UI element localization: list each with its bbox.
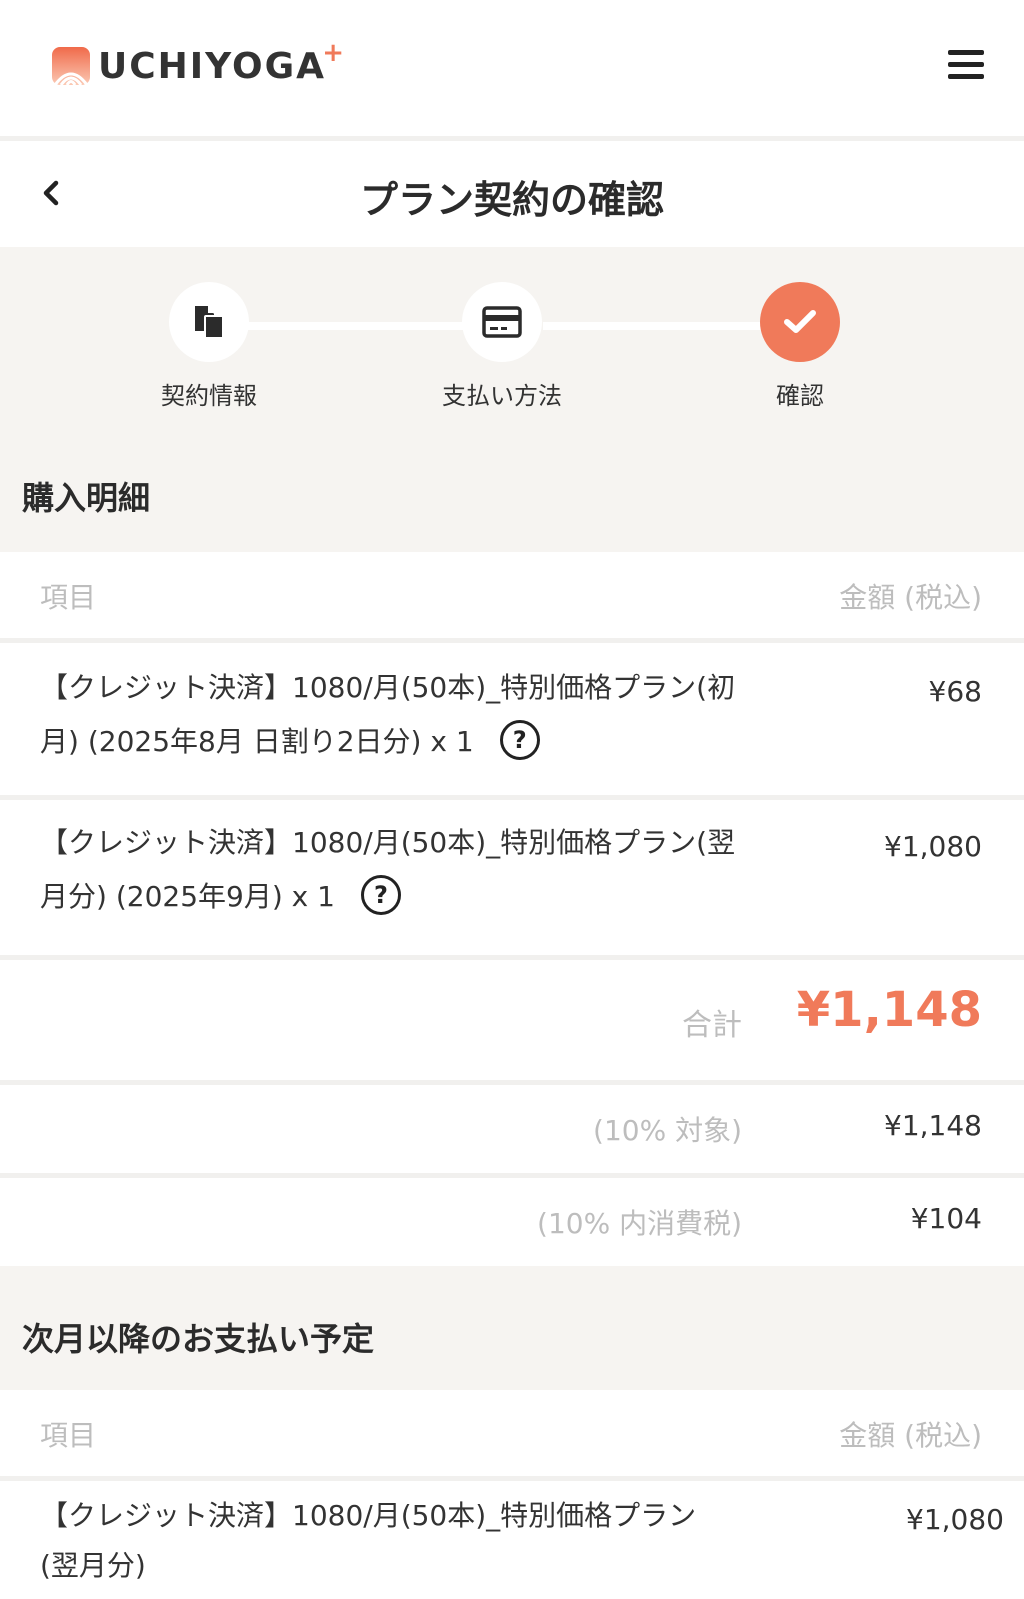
column-item-label: 項目 bbox=[40, 581, 97, 614]
column-amount-label: 金額 (税込) bbox=[839, 581, 982, 614]
step-label: 支払い方法 bbox=[442, 382, 562, 410]
tax-included-value: ¥104 bbox=[910, 1202, 982, 1235]
section-title: 次月以降のお支払い予定 bbox=[22, 1320, 375, 1358]
purchase-column-header: 項目 金額 (税込) bbox=[0, 552, 1024, 642]
list-item: 【クレジット決済】1080/月(50本)_特別価格プラン(翌 月分) (2025… bbox=[0, 800, 1024, 955]
help-icon[interactable]: ? bbox=[499, 720, 540, 760]
total-row: 合計 ¥1,148 bbox=[0, 960, 1024, 1080]
tax-target-label: (10% 対象) bbox=[593, 1114, 742, 1147]
title-bar: プラン契約の確認 bbox=[0, 141, 1024, 247]
page-title: プラン契約の確認 bbox=[359, 178, 664, 222]
step-contract-info: 契約情報 bbox=[109, 282, 309, 411]
item-line: 【クレジット決済】1080/月(50本)_特別価格プラン bbox=[40, 1499, 697, 1532]
logo[interactable]: UCHIYOGA + bbox=[52, 37, 346, 87]
logo-text: UCHIYOGA + bbox=[98, 37, 346, 87]
schedule-column-header: 項目 金額 (税込) bbox=[0, 1390, 1024, 1480]
help-icon[interactable]: ? bbox=[360, 875, 401, 915]
step-circle bbox=[169, 282, 249, 362]
tax-target-row: (10% 対象) ¥1,148 bbox=[0, 1085, 1024, 1173]
column-item-label: 項目 bbox=[40, 1419, 97, 1452]
credit-card-icon bbox=[482, 306, 522, 338]
item-description: 【クレジット決済】1080/月(50本)_特別価格プラン(初 月) (2025年… bbox=[40, 661, 780, 769]
item-line: (翌月分) bbox=[40, 1549, 146, 1582]
total-label: 合計 bbox=[682, 1008, 742, 1043]
logo-mark-icon bbox=[52, 47, 90, 85]
hamburger-menu-icon[interactable] bbox=[948, 50, 984, 80]
step-confirm: 確認 bbox=[700, 282, 900, 411]
list-item: 【クレジット決済】1080/月(50本)_特別価格プラン (翌月分) ¥1,08… bbox=[0, 1481, 1024, 1599]
item-price: ¥68 bbox=[928, 675, 982, 708]
schedule-section-header: 次月以降のお支払い予定 bbox=[0, 1266, 1024, 1390]
item-line-text: 月) (2025年8月 日割り2日分) x 1 bbox=[40, 725, 474, 758]
logo-plus: + bbox=[322, 37, 346, 68]
tax-included-row: (10% 内消費税) ¥104 bbox=[0, 1178, 1024, 1266]
step-circle-active bbox=[760, 282, 840, 362]
purchase-section-header: 購入明細 bbox=[0, 437, 1024, 552]
check-icon bbox=[784, 310, 816, 333]
list-item: 【クレジット決済】1080/月(50本)_特別価格プラン(初 月) (2025年… bbox=[0, 643, 1024, 795]
app-header: UCHIYOGA + bbox=[0, 0, 1024, 136]
item-line: 【クレジット決済】1080/月(50本)_特別価格プラン(初 bbox=[40, 671, 736, 704]
item-line-text: 月分) (2025年9月) x 1 bbox=[40, 880, 335, 913]
tax-included-label: (10% 内消費税) bbox=[537, 1207, 742, 1240]
step-label: 契約情報 bbox=[161, 382, 257, 410]
step-circle bbox=[462, 282, 542, 362]
total-value: ¥1,148 bbox=[796, 982, 982, 1038]
item-line: 月) (2025年8月 日割り2日分) x 1? bbox=[40, 715, 780, 769]
column-amount-label: 金額 (税込) bbox=[839, 1419, 982, 1452]
tax-target-value: ¥1,148 bbox=[884, 1109, 982, 1142]
item-price: ¥1,080 bbox=[906, 1503, 1004, 1536]
item-description: 【クレジット決済】1080/月(50本)_特別価格プラン (翌月分) bbox=[40, 1491, 780, 1591]
step-label: 確認 bbox=[776, 382, 824, 410]
section-title: 購入明細 bbox=[22, 479, 151, 517]
item-price: ¥1,080 bbox=[884, 830, 982, 863]
step-payment-method: 支払い方法 bbox=[402, 282, 602, 411]
progress-steps: 契約情報 支払い方法 確認 bbox=[0, 247, 1024, 437]
documents-icon bbox=[195, 306, 224, 339]
item-line: 月分) (2025年9月) x 1? bbox=[40, 870, 780, 924]
item-description: 【クレジット決済】1080/月(50本)_特別価格プラン(翌 月分) (2025… bbox=[40, 816, 780, 924]
item-line: 【クレジット決済】1080/月(50本)_特別価格プラン(翌 bbox=[40, 826, 736, 859]
